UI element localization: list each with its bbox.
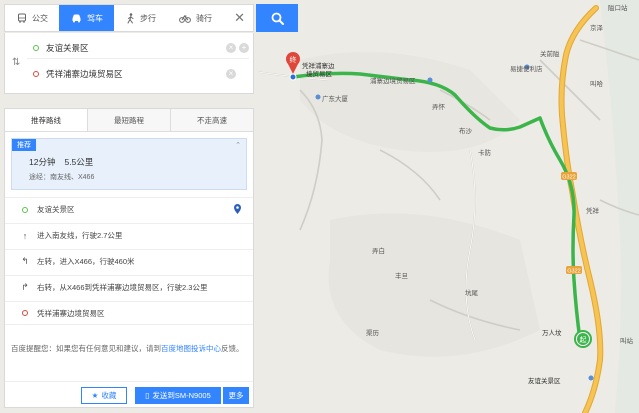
bike-icon	[179, 15, 191, 23]
map-label-dest-2: 境贸易区	[306, 71, 332, 78]
mode-bus[interactable]: 公交	[5, 5, 59, 31]
search-button[interactable]	[256, 4, 298, 32]
start-dot-icon	[19, 206, 31, 213]
step-text: 进入南友线，行驶2.7公里	[37, 231, 123, 240]
end-dot-icon	[33, 71, 39, 77]
tab-no-highway[interactable]: 不走高速	[171, 109, 253, 131]
clear-start-button[interactable]: ×	[226, 42, 236, 53]
mode-label: 骑行	[196, 13, 212, 23]
recommended-badge: 推荐	[12, 139, 36, 151]
step-text: 右转，从X466到凭祥浦寨边境贸易区，行驶2.3公里	[37, 283, 208, 292]
map-label-poi: 浦寨边境贸易区	[370, 78, 416, 85]
collapse-icon[interactable]: ⌃	[235, 141, 241, 149]
end-dot-icon	[19, 310, 31, 316]
mode-bike[interactable]: 骑行	[167, 5, 223, 31]
map-label-poi: 弄怀	[432, 104, 445, 111]
map-label-poi: 叫站	[620, 338, 633, 345]
tab-shortest[interactable]: 最短路程	[88, 109, 171, 131]
step-start[interactable]: 友谊关景区	[5, 197, 253, 221]
svg-text:G322: G322	[562, 175, 575, 181]
map-label-poi: 布沙	[459, 128, 472, 135]
mode-car[interactable]: 驾车	[59, 5, 114, 31]
star-icon: ★	[91, 391, 99, 400]
route-via: 途经：南友线、X466	[29, 174, 95, 181]
route-endpoints: ⇅ 友谊关景区 × + 凭祥浦寨边境贸易区 ×	[4, 33, 254, 94]
dest-point-icon	[289, 73, 297, 81]
step-item[interactable]: ↱ 右转，从X466到凭祥浦寨边境贸易区，行驶2.3公里	[5, 275, 253, 299]
step-text: 左转，进入X466，行驶460米	[37, 257, 135, 266]
map-label-poi: 叫哈	[590, 81, 603, 88]
map-label-poi: 弄白	[372, 248, 385, 255]
route-tabs: 推荐路线 最短路程 不走高速	[5, 109, 253, 132]
end-field-row[interactable]: 凭祥浦寨边境贸易区 ×	[27, 63, 249, 85]
tab-recommended[interactable]: 推荐路线	[5, 109, 88, 131]
map-label-poi: 隘口站	[608, 5, 628, 12]
svg-text:起: 起	[580, 336, 587, 344]
feedback-link[interactable]: 百度地图投诉中心	[161, 344, 221, 353]
road-shield-g322: G322	[561, 172, 577, 181]
step-end[interactable]: 凭祥浦寨边境贸易区	[5, 301, 253, 325]
start-marker[interactable]: 起	[574, 330, 592, 348]
svg-text:G322: G322	[567, 269, 580, 275]
map-label-poi: 京泽	[590, 25, 603, 32]
step-item[interactable]: ↰ 左转，进入X466，行驶460米	[5, 249, 253, 273]
swap-icon[interactable]: ⇅	[12, 57, 20, 68]
map-label-poi: 凭祥	[586, 208, 599, 215]
phone-icon: ▯	[145, 391, 150, 400]
search-icon	[271, 12, 284, 25]
send-to-phone-button[interactable]: ▯ 发送到SM-N9005	[135, 387, 221, 404]
end-field[interactable]: 凭祥浦寨边境贸易区	[46, 68, 223, 80]
step-item[interactable]: ↑ 进入南友线，行驶2.7公里	[5, 223, 253, 247]
map-label-poi: 关前隘	[540, 51, 560, 58]
route-result-panel: 推荐路线 最短路程 不走高速 推荐 ⌃ 12分钟 5.5公里 途经：南友线、X46…	[4, 108, 254, 408]
map-label-poi: 坑尾	[465, 290, 478, 297]
map-label-poi: 易捷便利店	[510, 66, 543, 73]
clear-end-button[interactable]: ×	[226, 69, 236, 79]
feedback-note: 百度提醒您：如果您有任何意见和建议，请到百度地图投诉中心反馈。	[11, 344, 244, 353]
action-bar: ★ 收藏 ▯ 发送到SM-N9005 更多	[5, 381, 253, 407]
mode-label: 驾车	[87, 13, 103, 23]
walk-icon	[127, 12, 134, 23]
car-icon	[72, 14, 81, 23]
start-dot-icon	[33, 44, 39, 51]
route-summary: 12分钟 5.5公里	[29, 156, 93, 168]
svg-text:终: 终	[290, 55, 297, 64]
more-button[interactable]: 更多	[222, 387, 249, 404]
map-label-poi: 丰旦	[395, 273, 408, 280]
mode-walk[interactable]: 步行	[114, 5, 167, 31]
road-shield-g322: G322	[566, 266, 582, 275]
mode-label: 公交	[32, 13, 48, 23]
map-label-poi: 广东大厦	[322, 96, 348, 103]
arrow-up-icon: ↑	[22, 230, 28, 241]
step-text: 友谊关景区	[37, 205, 75, 214]
bus-icon	[18, 13, 26, 23]
step-text: 凭祥浦寨边境贸易区	[37, 308, 105, 318]
travel-mode-bar: 公交 驾车 步行 骑行 ✕	[4, 4, 254, 32]
recommended-route-card[interactable]: 推荐 ⌃ 12分钟 5.5公里 途经：南友线、X466	[11, 138, 247, 190]
map-label-poi: 渠历	[366, 330, 379, 337]
map-label-poi: 卡防	[478, 150, 491, 157]
add-waypoint-button[interactable]: +	[239, 42, 249, 53]
close-icon[interactable]: ✕	[226, 5, 253, 31]
mode-label: 步行	[140, 13, 156, 23]
route-time: 12分钟	[29, 157, 56, 167]
turn-right-icon: ↱	[21, 282, 29, 292]
start-field-row[interactable]: 友谊关景区 × +	[27, 37, 249, 59]
favorite-button[interactable]: ★ 收藏	[81, 387, 127, 404]
map-label-poi: 万人坟	[542, 330, 562, 337]
start-field[interactable]: 友谊关景区	[46, 42, 223, 54]
route-distance: 5.5公里	[64, 157, 94, 167]
location-pin-icon[interactable]	[234, 203, 241, 216]
turn-left-icon: ↰	[21, 256, 29, 266]
map-label-poi: 友谊关景区	[528, 378, 561, 385]
